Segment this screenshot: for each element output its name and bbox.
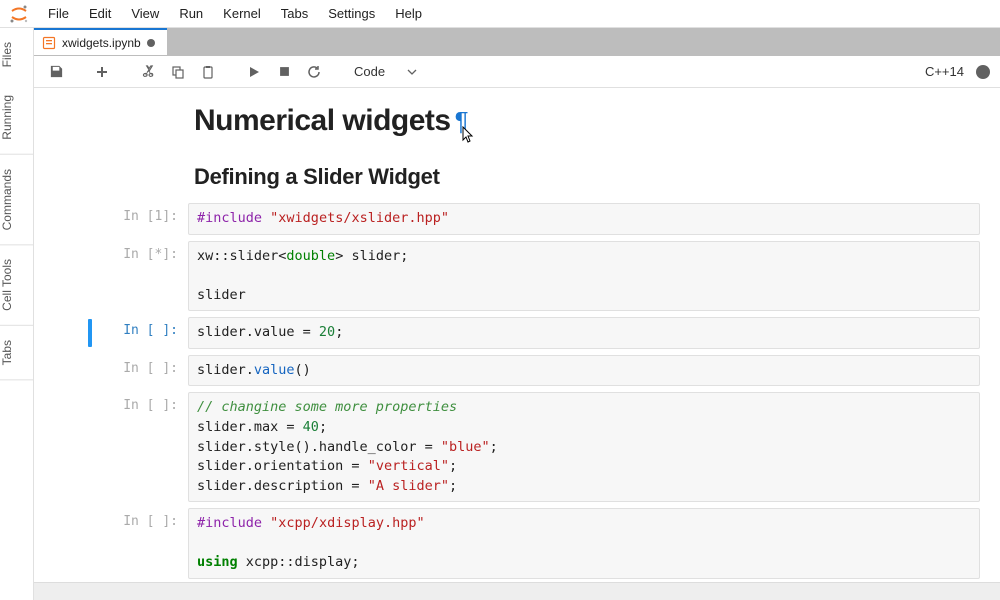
code-cell[interactable]: In [ ]:slider.value()	[34, 352, 1000, 390]
menu-tabs[interactable]: Tabs	[271, 2, 318, 25]
active-cell-indicator	[88, 319, 92, 347]
cut-button[interactable]	[136, 60, 160, 84]
kernel-name[interactable]: C++14	[925, 64, 964, 79]
chevron-down-icon	[407, 67, 417, 77]
insert-cell-button[interactable]	[90, 60, 114, 84]
document-tabbar: xwidgets.ipynb	[34, 28, 1000, 56]
code-cell[interactable]: In [ ]:slider.value = 20;	[34, 314, 1000, 352]
restart-button[interactable]	[302, 60, 326, 84]
input-prompt: In [*]:	[94, 241, 188, 312]
copy-button[interactable]	[166, 60, 190, 84]
code-input[interactable]: slider.value = 20;	[188, 317, 980, 349]
code-cell[interactable]: In [*]:xw::slider<double> slider; slider	[34, 238, 1000, 315]
h2-text: Defining a Slider Widget	[194, 164, 980, 190]
menubar: File Edit View Run Kernel Tabs Settings …	[0, 0, 1000, 28]
input-prompt: In [ ]:	[94, 355, 188, 387]
markdown-cell-h1[interactable]: Numerical widgets ¶ Defining a Slider Wi…	[34, 94, 1000, 200]
code-input[interactable]: slider.value()	[188, 355, 980, 387]
code-cell[interactable]: In [1]:#include "xwidgets/xslider.hpp"	[34, 200, 1000, 238]
code-input[interactable]: xw::slider<double> slider; slider	[188, 241, 980, 312]
save-button[interactable]	[44, 60, 68, 84]
menu-help[interactable]: Help	[385, 2, 432, 25]
menu-run[interactable]: Run	[169, 2, 213, 25]
code-input[interactable]: #include "xcpp/xdisplay.hpp" using xcpp:…	[188, 508, 980, 579]
tab-xwidgets[interactable]: xwidgets.ipynb	[34, 28, 167, 55]
sidebar-tab-tabs[interactable]: Tabs	[0, 326, 33, 380]
menu-kernel[interactable]: Kernel	[213, 2, 271, 25]
menu-edit[interactable]: Edit	[79, 2, 121, 25]
code-input[interactable]: #include "xwidgets/xslider.hpp"	[188, 203, 980, 235]
code-cell[interactable]: In [ ]:#include "xcpp/xdisplay.hpp" usin…	[34, 505, 1000, 582]
left-sidebar: Files Running Commands Cell Tools Tabs	[0, 28, 34, 600]
code-input[interactable]: // changine some more properties slider.…	[188, 392, 980, 502]
h1-text: Numerical widgets	[194, 104, 451, 138]
input-prompt: In [ ]:	[94, 508, 188, 579]
input-prompt: In [ ]:	[94, 392, 188, 502]
notebook-toolbar: Code C++14	[34, 56, 1000, 88]
menu-view[interactable]: View	[121, 2, 169, 25]
paste-button[interactable]	[196, 60, 220, 84]
statusbar	[34, 582, 1000, 600]
sidebar-tab-celltools[interactable]: Cell Tools	[0, 245, 33, 326]
sidebar-tab-files[interactable]: Files	[0, 28, 33, 81]
notebook-area[interactable]: Numerical widgets ¶ Defining a Slider Wi…	[34, 88, 1000, 582]
notebook-icon	[42, 36, 56, 50]
code-cell[interactable]: In [ ]:// changine some more properties …	[34, 389, 1000, 505]
run-button[interactable]	[242, 60, 266, 84]
dirty-indicator-icon	[147, 39, 155, 47]
input-prompt: In [1]:	[94, 203, 188, 235]
menu-settings[interactable]: Settings	[318, 2, 385, 25]
cursor-pointer-icon	[462, 126, 476, 144]
jupyter-logo-icon	[8, 3, 30, 25]
celltype-value: Code	[354, 64, 385, 79]
sidebar-tab-commands[interactable]: Commands	[0, 155, 33, 245]
sidebar-tab-running[interactable]: Running	[0, 81, 33, 155]
kernel-status-icon[interactable]	[976, 65, 990, 79]
input-prompt: In [ ]:	[94, 317, 188, 349]
tab-label: xwidgets.ipynb	[62, 36, 141, 50]
stop-button[interactable]	[272, 60, 296, 84]
menu-file[interactable]: File	[38, 2, 79, 25]
celltype-select[interactable]: Code	[348, 62, 423, 81]
